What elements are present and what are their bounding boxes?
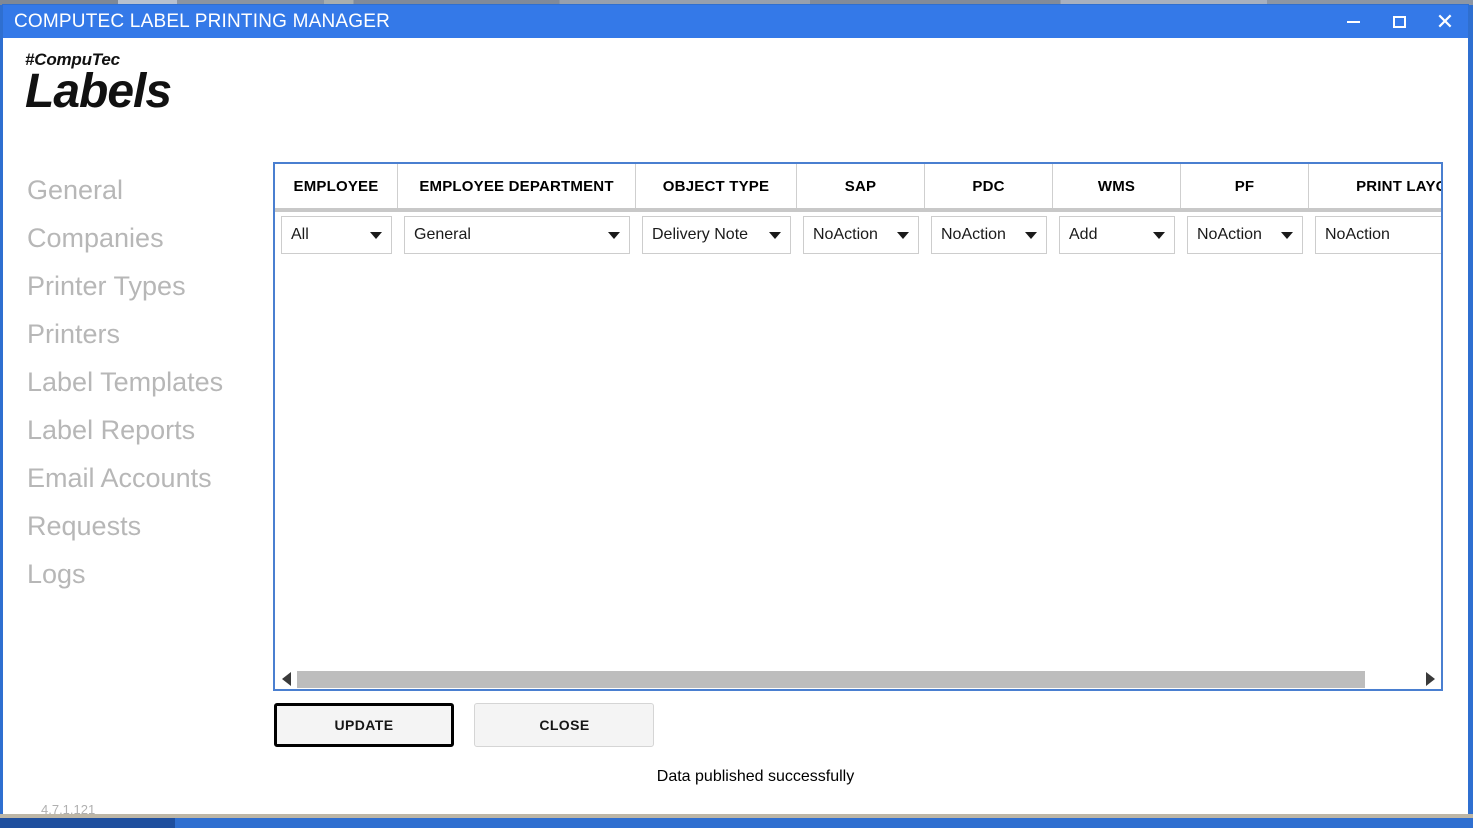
wms-dropdown-value: Add [1060,226,1097,244]
print-layout-dropdown-value: NoAction [1316,226,1390,244]
action-button-row: UPDATE CLOSE [274,703,654,747]
window-title: COMPUTEC LABEL PRINTING MANAGER [14,11,390,33]
print-layout-dropdown[interactable]: NoAction [1315,216,1441,254]
employee-dropdown-value: All [282,226,309,244]
pf-dropdown[interactable]: NoAction [1187,216,1303,254]
title-bar: COMPUTEC LABEL PRINTING MANAGER ✕ [3,5,1468,38]
grid-cell-print-layout: NoAction [1309,213,1441,257]
sidebar-item-requests[interactable]: Requests [27,502,267,550]
grid-cell-employee-department: General [398,213,636,257]
minimize-button[interactable] [1330,5,1376,38]
grid-header-pf[interactable]: PF [1181,164,1309,208]
close-button[interactable]: ✕ [1422,5,1468,38]
grid-filter-row: All General Delivery N [275,213,1441,257]
taskbar-right-segment [175,818,1473,828]
window-controls: ✕ [1330,5,1468,38]
sap-dropdown-value: NoAction [804,226,878,244]
scrollbar-track[interactable] [297,671,1419,688]
grid-cell-employee: All [275,213,398,257]
sidebar-item-printer-types[interactable]: Printer Types [27,262,267,310]
update-button[interactable]: UPDATE [274,703,454,747]
sidebar-item-label-reports[interactable]: Label Reports [27,406,267,454]
grid-header-print-layout[interactable]: PRINT LAYOUT [1309,164,1441,208]
sidebar-item-general[interactable]: General [27,166,267,214]
pf-dropdown-value: NoAction [1188,226,1262,244]
chevron-down-icon [1025,232,1037,239]
grid-header-pdc[interactable]: PDC [925,164,1053,208]
pdc-dropdown[interactable]: NoAction [931,216,1047,254]
sap-dropdown[interactable]: NoAction [803,216,919,254]
sidebar-nav: General Companies Printer Types Printers… [27,166,267,598]
employee-department-dropdown[interactable]: General [404,216,630,254]
grid-cell-object-type: Delivery Note [636,213,797,257]
close-icon: ✕ [1436,12,1454,32]
object-type-dropdown[interactable]: Delivery Note [642,216,791,254]
grid-header-separator [275,208,1441,212]
grid-cell-pdc: NoAction [925,213,1053,257]
sidebar-item-label-templates[interactable]: Label Templates [27,358,267,406]
sidebar-item-email-accounts[interactable]: Email Accounts [27,454,267,502]
grid-header-object-type[interactable]: OBJECT TYPE [636,164,797,208]
sidebar-item-printers[interactable]: Printers [27,310,267,358]
app-window: COMPUTEC LABEL PRINTING MANAGER ✕ #Compu… [2,4,1469,816]
chevron-down-icon [370,232,382,239]
close-dialog-button[interactable]: CLOSE [474,703,654,747]
employee-dropdown[interactable]: All [281,216,392,254]
grid-cell-wms: Add [1053,213,1181,257]
taskbar-strip [0,818,1473,828]
grid-header-row: EMPLOYEE EMPLOYEE DEPARTMENT OBJECT TYPE… [275,164,1441,208]
status-message-area: Data published successfully [274,768,1237,786]
chevron-down-icon [897,232,909,239]
scroll-left-icon [282,672,291,686]
chevron-down-icon [608,232,620,239]
grid-header-wms[interactable]: WMS [1053,164,1181,208]
app-logo: #CompuTec Labels [25,50,265,118]
data-grid-viewport: EMPLOYEE EMPLOYEE DEPARTMENT OBJECT TYPE… [275,164,1441,689]
chevron-down-icon [1153,232,1165,239]
wms-dropdown[interactable]: Add [1059,216,1175,254]
chevron-down-icon [769,232,781,239]
scroll-left-button[interactable] [275,669,297,689]
employee-department-dropdown-value: General [405,226,471,244]
maximize-button[interactable] [1376,5,1422,38]
scroll-right-icon [1426,672,1435,686]
taskbar-left-segment [0,818,175,828]
sidebar-item-logs[interactable]: Logs [27,550,267,598]
minimize-icon [1347,21,1360,23]
grid-header-employee[interactable]: EMPLOYEE [275,164,398,208]
status-message: Data published successfully [657,768,854,785]
sidebar-item-companies[interactable]: Companies [27,214,267,262]
grid-cell-sap: NoAction [797,213,925,257]
pdc-dropdown-value: NoAction [932,226,1006,244]
grid-header-sap[interactable]: SAP [797,164,925,208]
window-body: #CompuTec Labels General Companies Print… [3,38,1468,815]
horizontal-scrollbar[interactable] [275,669,1441,689]
object-type-dropdown-value: Delivery Note [643,226,748,244]
grid-cell-pf: NoAction [1181,213,1309,257]
maximize-icon [1393,16,1406,28]
data-grid-panel: EMPLOYEE EMPLOYEE DEPARTMENT OBJECT TYPE… [273,162,1443,691]
scroll-right-button[interactable] [1419,669,1441,689]
scrollbar-thumb[interactable] [297,671,1365,688]
logo-product-text: Labels [25,66,265,118]
grid-header-employee-department[interactable]: EMPLOYEE DEPARTMENT [398,164,636,208]
chevron-down-icon [1281,232,1293,239]
screen: COMPUTEC LABEL PRINTING MANAGER ✕ #Compu… [0,0,1473,828]
